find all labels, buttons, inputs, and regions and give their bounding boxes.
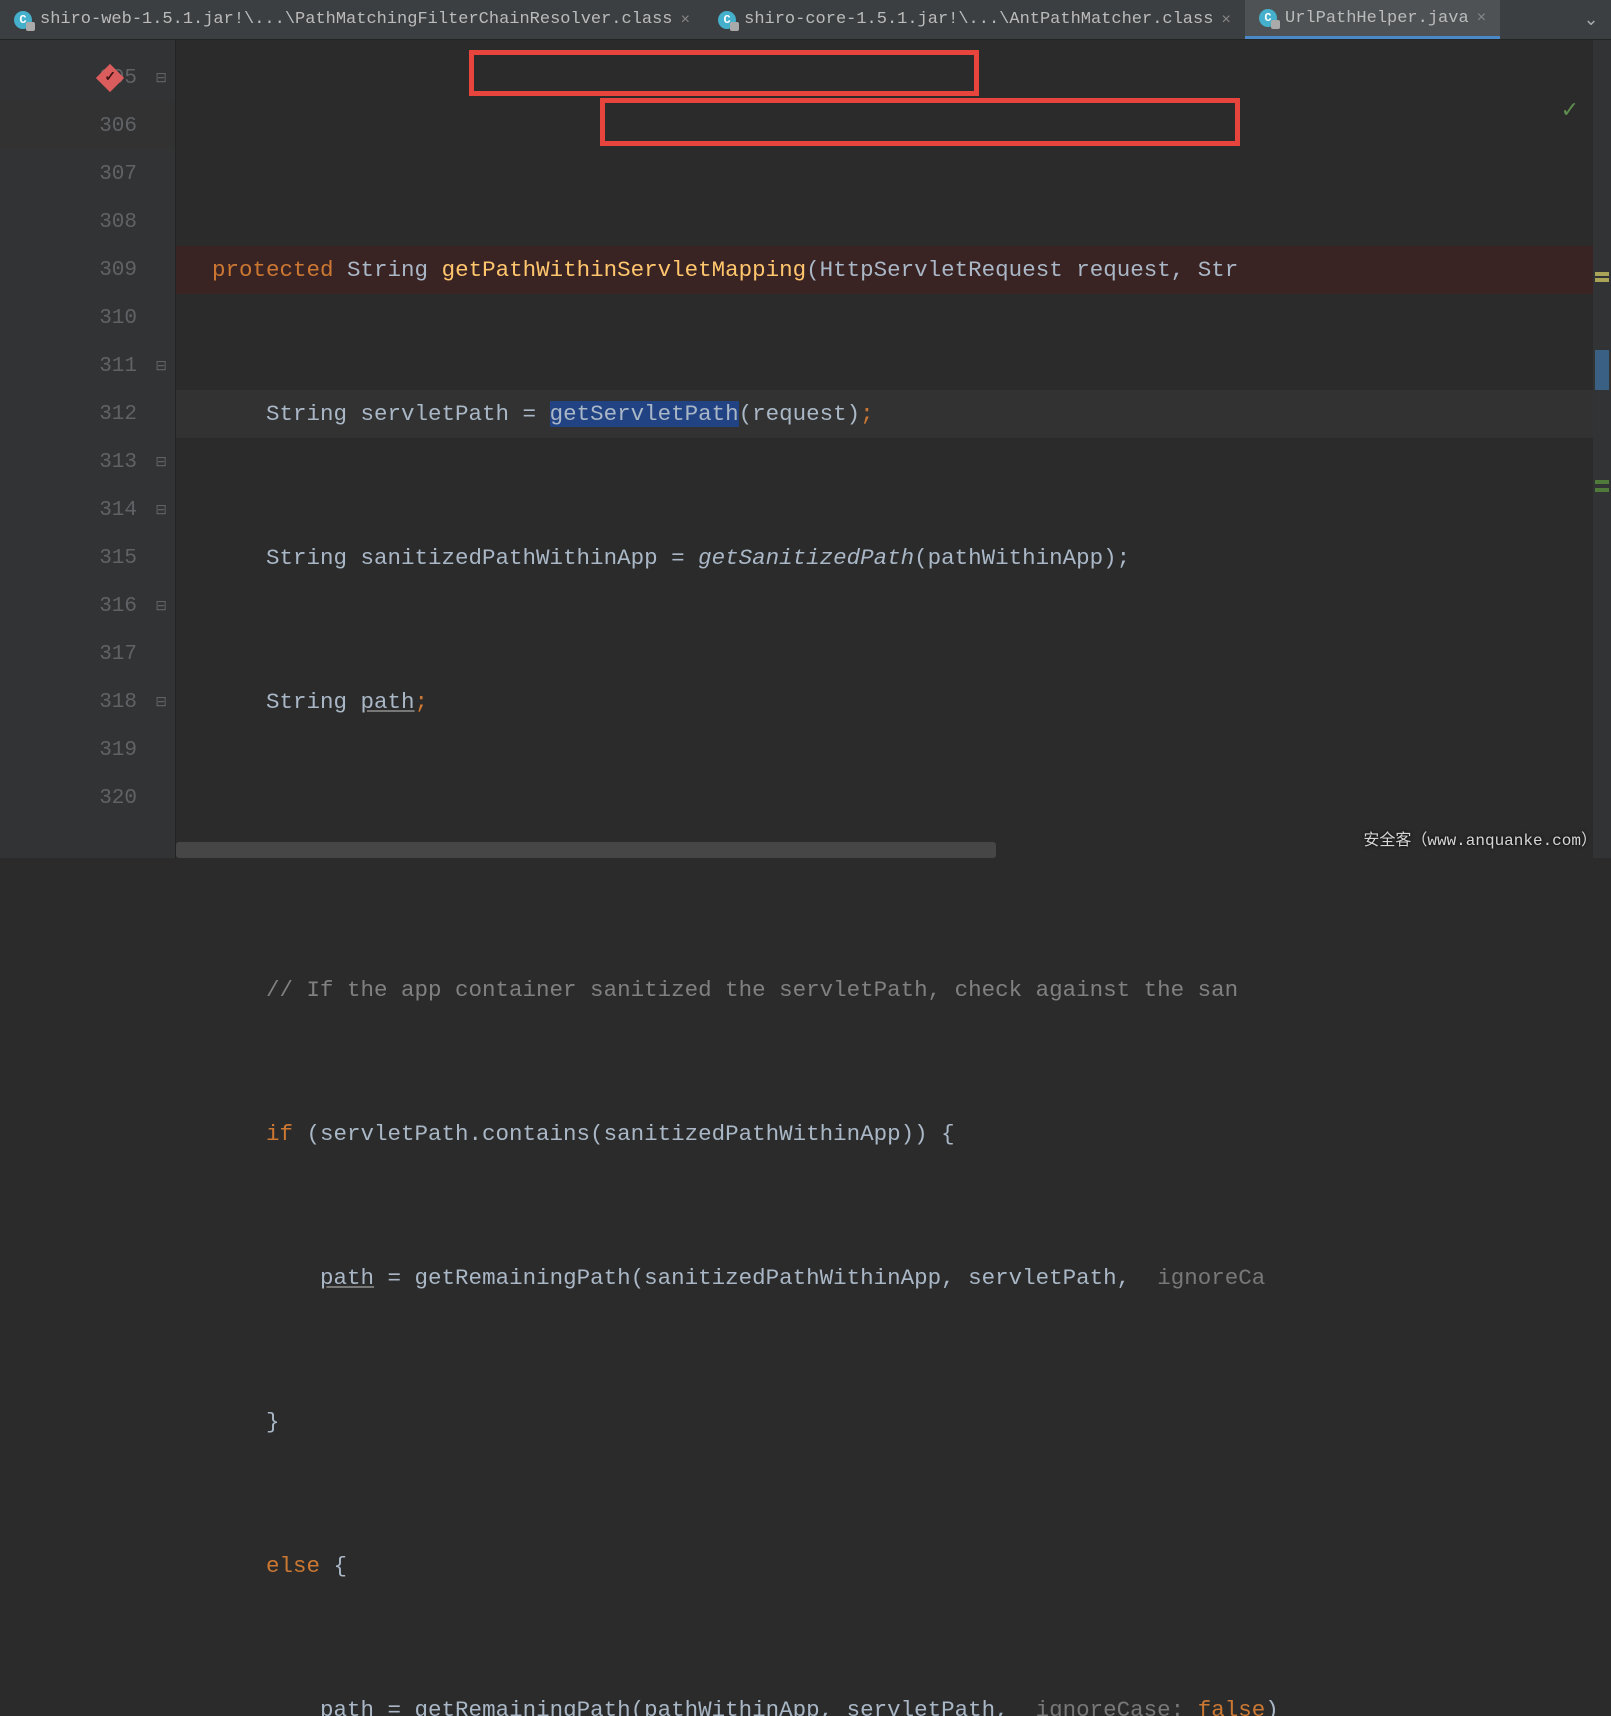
fold-icon[interactable]: ⊟ — [155, 358, 167, 375]
code-line[interactable]: path = getRemainingPath(pathWithinApp, s… — [176, 1686, 1593, 1716]
code-line[interactable]: String path; — [176, 678, 1593, 726]
line-number: 315 — [99, 547, 137, 570]
tab-file-3[interactable]: C UrlPathHelper.java × — [1245, 0, 1500, 39]
gutter[interactable]: 305 ⊟ 306 307 308 309 310 311⊟ 312 313⊟ … — [0, 40, 176, 858]
fold-icon[interactable]: ⊟ — [155, 598, 167, 615]
marker[interactable] — [1595, 272, 1609, 276]
code-line[interactable]: String servletPath = getServletPath(requ… — [176, 390, 1593, 438]
tab-label: shiro-core-1.5.1.jar!\...\AntPathMatcher… — [744, 10, 1213, 29]
code-line[interactable]: protected String getPathWithinServletMap… — [176, 246, 1593, 294]
line-number: 316 — [99, 595, 137, 618]
close-icon[interactable]: × — [681, 11, 691, 29]
annotation-box — [469, 50, 979, 96]
code-editor[interactable]: ✓ protected String getPathWithinServletM… — [176, 40, 1593, 858]
gutter-line[interactable]: 314 ⊟ — [0, 486, 175, 534]
gutter-line[interactable]: 319 — [0, 726, 175, 774]
tab-file-2[interactable]: C shiro-core-1.5.1.jar!\...\AntPathMatch… — [704, 0, 1245, 39]
gutter-line[interactable]: 313 ⊟ — [0, 438, 175, 486]
editor-tab-bar: C shiro-web-1.5.1.jar!\...\PathMatchingF… — [0, 0, 1611, 40]
class-file-icon: C — [14, 11, 32, 29]
gutter-line[interactable]: 306 — [0, 102, 175, 150]
gutter-line[interactable]: 311 ⊟ — [0, 342, 175, 390]
code-line[interactable]: else { — [176, 1542, 1593, 1590]
line-number: 318 — [99, 691, 137, 714]
line-number: 319 — [99, 739, 137, 762]
fold-icon[interactable]: ⊟ — [155, 502, 167, 519]
line-number: 311 — [99, 355, 137, 378]
gutter-line[interactable]: 315 — [0, 534, 175, 582]
fold-icon[interactable]: ⊟ — [155, 70, 167, 87]
code-line[interactable]: String sanitizedPathWithinApp = getSanit… — [176, 534, 1593, 582]
code-line[interactable]: } — [176, 1398, 1593, 1446]
line-number: 320 — [99, 787, 137, 810]
tab-label: shiro-web-1.5.1.jar!\...\PathMatchingFil… — [40, 10, 673, 29]
line-number: 308 — [99, 211, 137, 234]
line-number: 309 — [99, 259, 137, 282]
gutter-line[interactable]: 310 — [0, 294, 175, 342]
marker[interactable] — [1595, 488, 1609, 492]
gutter-line[interactable]: 320 — [0, 774, 175, 822]
editor-area: 305 ⊟ 306 307 308 309 310 311⊟ 312 313⊟ … — [0, 40, 1611, 858]
analysis-ok-icon[interactable]: ✓ — [1561, 88, 1579, 136]
close-icon[interactable]: × — [1221, 11, 1231, 29]
marker[interactable] — [1595, 350, 1609, 390]
close-icon[interactable]: × — [1477, 9, 1487, 27]
line-number: 307 — [99, 163, 137, 186]
line-number: 306 — [99, 115, 137, 138]
code-line[interactable]: path = getRemainingPath(sanitizedPathWit… — [176, 1254, 1593, 1302]
gutter-line[interactable]: 318 ⊟ — [0, 678, 175, 726]
java-file-icon: C — [1259, 9, 1277, 27]
gutter-line[interactable]: 308 — [0, 198, 175, 246]
tab-label: UrlPathHelper.java — [1285, 9, 1469, 28]
line-number: 313 — [99, 451, 137, 474]
gutter-line[interactable]: 307 — [0, 150, 175, 198]
gutter-line[interactable]: 312 — [0, 390, 175, 438]
gutter-line[interactable]: 317 — [0, 630, 175, 678]
fold-icon[interactable]: ⊟ — [155, 454, 167, 471]
line-number: 312 — [99, 403, 137, 426]
fold-icon[interactable]: ⊟ — [155, 694, 167, 711]
watermark: 安全客（www.anquanke.com） — [1363, 826, 1597, 850]
line-number: 310 — [99, 307, 137, 330]
line-number: 317 — [99, 643, 137, 666]
marker[interactable] — [1595, 480, 1609, 484]
gutter-line[interactable]: 316 ⊟ — [0, 582, 175, 630]
marker-bar[interactable] — [1593, 40, 1611, 858]
marker[interactable] — [1595, 278, 1609, 282]
gutter-line[interactable]: 305 ⊟ — [0, 54, 175, 102]
code-line[interactable]: // If the app container sanitized the se… — [176, 966, 1593, 1014]
class-file-icon: C — [718, 11, 736, 29]
tab-file-1[interactable]: C shiro-web-1.5.1.jar!\...\PathMatchingF… — [0, 0, 704, 39]
line-number: 314 — [99, 499, 137, 522]
more-tabs-button[interactable]: ⌄ — [1571, 9, 1611, 31]
gutter-line[interactable]: 309 — [0, 246, 175, 294]
annotation-box — [600, 98, 1240, 146]
code-line[interactable]: if (servletPath.contains(sanitizedPathWi… — [176, 1110, 1593, 1158]
horizontal-scrollbar[interactable] — [176, 842, 996, 858]
